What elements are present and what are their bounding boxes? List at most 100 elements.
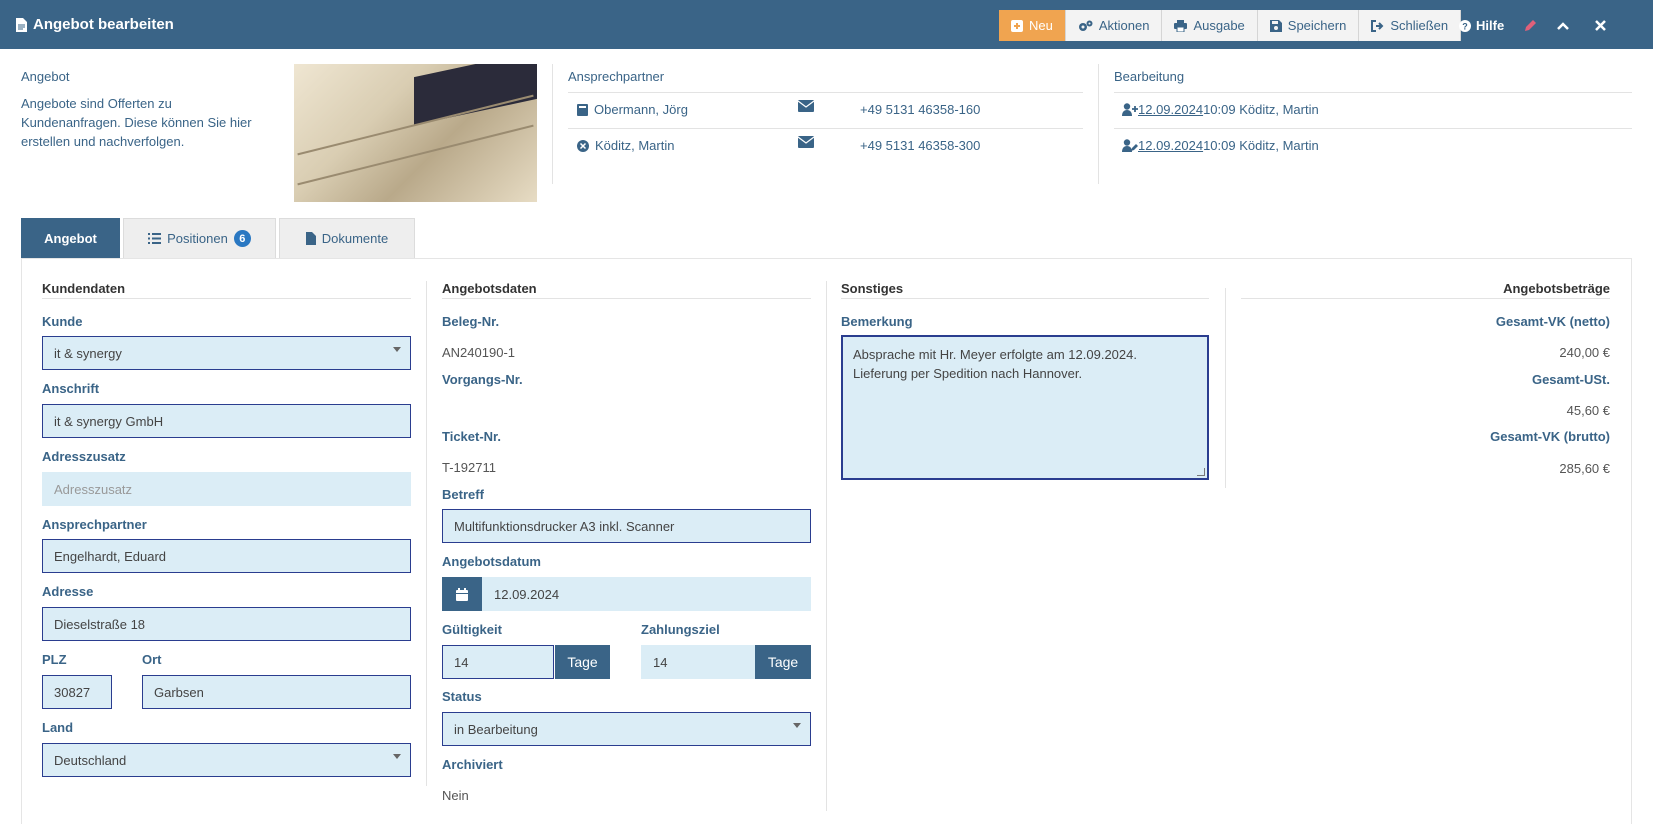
field-label: Vorgangs-Nr. xyxy=(442,372,523,387)
created-row: 12.09.2024 10:09 Köditz, Martin xyxy=(1122,102,1319,117)
vat-total-value: 45,60 € xyxy=(1566,403,1610,418)
contact-phone: +49 5131 46358-160 xyxy=(860,102,981,117)
offer-section-label: Angebot xyxy=(21,69,70,84)
tab-dokumente[interactable]: Dokumente xyxy=(279,218,415,258)
list-icon xyxy=(148,233,162,244)
payment-term-unit-button[interactable]: Tage xyxy=(755,645,811,679)
actions-button-label: Aktionen xyxy=(1098,18,1150,33)
help-button[interactable]: ? Hilfe xyxy=(1449,10,1514,41)
field-label: Ansprechpartner xyxy=(42,517,147,532)
field-label: Gesamt-VK (netto) xyxy=(1495,314,1610,329)
file-icon xyxy=(305,232,316,245)
title-bar: Angebot bearbeiten Neu Aktionen Ausgabe … xyxy=(0,0,1653,49)
country-select-value: Deutschland xyxy=(54,752,127,768)
document-number: AN240190-1 xyxy=(442,345,515,360)
user-plus-icon xyxy=(1122,103,1138,116)
new-button-label: Neu xyxy=(1029,18,1053,33)
section-title-angebotsdaten: Angebotsdaten xyxy=(442,281,537,296)
contact-row-1[interactable]: Obermann, Jörg xyxy=(577,102,688,117)
newspaper-image xyxy=(294,64,537,202)
contact-person-input[interactable]: Engelhardt, Eduard xyxy=(42,539,411,573)
tab-label: Angebot xyxy=(44,231,97,246)
output-button-label: Ausgabe xyxy=(1193,18,1245,33)
field-label: Beleg-Nr. xyxy=(442,314,500,329)
address-addition-input[interactable]: Adresszusatz xyxy=(42,472,411,506)
archived-value: Nein xyxy=(442,788,469,803)
edit-button[interactable] xyxy=(1514,10,1547,41)
country-select[interactable]: Deutschland xyxy=(42,743,411,777)
contacts-section-label: Ansprechpartner xyxy=(568,69,665,84)
section-underline xyxy=(1241,298,1610,299)
customer-select[interactable]: it & synergy xyxy=(42,336,411,370)
status-select-value: in Bearbeitung xyxy=(454,721,538,737)
window-title: Angebot bearbeiten xyxy=(16,16,174,33)
remark-textarea[interactable]: Absprache mit Hr. Meyer erfolgte am 12.0… xyxy=(841,335,1209,480)
editing-section-label: Bearbeitung xyxy=(1114,69,1185,84)
gears-icon xyxy=(1078,20,1093,32)
resize-handle[interactable] xyxy=(1197,468,1205,476)
offer-date-input[interactable]: 12.09.2024 xyxy=(482,577,811,611)
field-label: PLZ xyxy=(42,652,67,667)
print-icon xyxy=(1174,19,1188,32)
contacts-divider-mid xyxy=(568,128,1083,129)
customer-select-value: it & synergy xyxy=(54,345,122,361)
field-label: Gesamt-VK (brutto) xyxy=(1490,429,1610,444)
contact-name: Köditz, Martin xyxy=(595,138,675,153)
editing-divider-top xyxy=(1114,92,1632,93)
email-button[interactable] xyxy=(798,136,814,148)
address-name-input[interactable]: it & synergy GmbH xyxy=(42,404,411,438)
field-label: Angebotsdatum xyxy=(442,554,541,569)
contact-phone: +49 5131 46358-300 xyxy=(860,138,981,153)
contacts-divider-top xyxy=(568,92,1083,93)
close-window-button[interactable] xyxy=(1579,10,1616,41)
email-button[interactable] xyxy=(798,100,814,112)
user-edit-icon xyxy=(1122,139,1138,152)
output-button[interactable]: Ausgabe xyxy=(1162,10,1258,41)
tab-angebot[interactable]: Angebot xyxy=(21,218,120,258)
actions-button[interactable]: Aktionen xyxy=(1065,10,1163,41)
window-controls: ? Hilfe xyxy=(1449,10,1616,41)
header-divider xyxy=(552,64,553,184)
city-input[interactable]: Garbsen xyxy=(142,675,411,709)
book-icon xyxy=(577,103,588,116)
collapse-button[interactable] xyxy=(1547,10,1579,41)
pencil-icon xyxy=(1524,19,1537,32)
remark-line: Absprache mit Hr. Meyer erfolgte am 12.0… xyxy=(853,347,1137,362)
payment-term-input[interactable]: 14 xyxy=(641,645,755,679)
calendar-button[interactable] xyxy=(442,577,482,611)
window-title-text: Angebot bearbeiten xyxy=(33,16,174,33)
close-button[interactable]: Schließen xyxy=(1359,10,1462,41)
question-circle-icon: ? xyxy=(1459,19,1471,32)
contact-row-2[interactable]: Köditz, Martin xyxy=(577,138,674,153)
validity-days-input[interactable]: 14 xyxy=(442,645,554,679)
toolbar: Neu Aktionen Ausgabe Speichern Schließen xyxy=(999,10,1462,41)
modified-date-link[interactable]: 12.09.2024 xyxy=(1138,138,1203,153)
offer-description: Angebote sind Offerten zu Kundenanfragen… xyxy=(21,96,252,149)
field-label: Kunde xyxy=(42,314,83,329)
section-title-betraege: Angebotsbeträge xyxy=(1503,281,1610,296)
field-label: Anschrift xyxy=(42,381,100,396)
tab-positionen[interactable]: Positionen 6 xyxy=(123,218,276,258)
field-label: Gültigkeit xyxy=(442,622,502,637)
field-label: Archiviert xyxy=(442,757,503,772)
zip-input[interactable]: 30827 xyxy=(42,675,112,709)
save-button[interactable]: Speichern xyxy=(1257,10,1360,41)
field-label: Adresszusatz xyxy=(42,449,126,464)
close-button-label: Schließen xyxy=(1390,18,1449,33)
subject-input[interactable]: Multifunktionsdrucker A3 inkl. Scanner xyxy=(442,509,811,543)
status-select[interactable]: in Bearbeitung xyxy=(442,712,811,746)
envelope-icon xyxy=(798,100,814,112)
created-date-link[interactable]: 12.09.2024 xyxy=(1138,102,1203,117)
envelope-icon xyxy=(798,136,814,148)
field-label: Zahlungsziel xyxy=(641,622,720,637)
net-total-value: 240,00 € xyxy=(1559,345,1610,360)
section-title-sonstiges: Sonstiges xyxy=(841,281,904,296)
street-input[interactable]: Dieselstraße 18 xyxy=(42,607,411,641)
remark-line: Lieferung per Spedition nach Hannover. xyxy=(853,366,1083,381)
validity-unit-button[interactable]: Tage xyxy=(555,645,610,679)
new-button[interactable]: Neu xyxy=(999,10,1066,41)
field-label: Gesamt-USt. xyxy=(1531,372,1610,387)
modified-row: 12.09.2024 10:09 Köditz, Martin xyxy=(1122,138,1319,153)
modified-info: 10:09 Köditz, Martin xyxy=(1203,138,1319,153)
field-label: Bemerkung xyxy=(841,314,913,329)
